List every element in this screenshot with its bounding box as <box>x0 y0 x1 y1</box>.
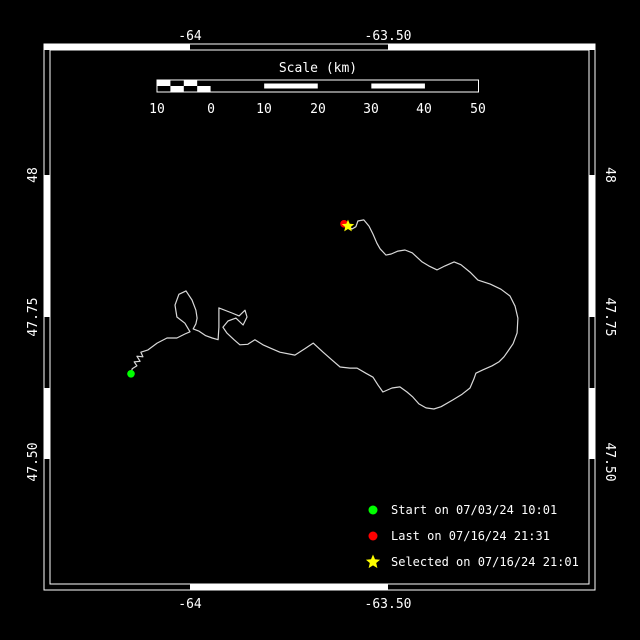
legend-markers <box>365 505 381 569</box>
x-tick-label-top-64: -64 <box>178 29 202 44</box>
y-tick-label-right-4750: 47.50 <box>602 442 617 481</box>
legend-start-icon <box>368 505 378 515</box>
x-tick-label-top-6350: -63.50 <box>365 29 412 44</box>
y-tick-label-left-4775: 47.75 <box>26 297 41 336</box>
trajectory-line[interactable] <box>130 219 519 410</box>
legend-selected-star-icon <box>365 554 381 569</box>
scale-tick-m10: 10 <box>149 102 165 117</box>
y-tick-label-left-48: 48 <box>26 167 41 183</box>
scale-tick-30: 30 <box>363 102 379 117</box>
legend-label-start: Start on 07/03/24 10:01 <box>391 503 557 517</box>
legend-label-selected: Selected on 07/16/24 21:01 <box>391 555 579 569</box>
y-tick-label-right-4775: 47.75 <box>602 297 617 336</box>
start-marker[interactable] <box>127 370 135 378</box>
y-tick-label-left-4750: 47.50 <box>26 442 41 481</box>
x-tick-label-bottom-64: -64 <box>178 597 202 612</box>
legend: Start on 07/03/24 10:01 Last on 07/16/24… <box>391 503 579 569</box>
scale-bar-title: Scale (km) <box>279 61 357 76</box>
scale-tick-20: 20 <box>310 102 326 117</box>
scale-tick-10: 10 <box>256 102 272 117</box>
scale-tick-40: 40 <box>416 102 432 117</box>
scale-tick-0: 0 <box>207 102 215 117</box>
legend-last-icon <box>368 531 378 541</box>
scale-bar <box>156 79 479 93</box>
legend-label-last: Last on 07/16/24 21:31 <box>391 529 550 543</box>
map-plot[interactable]: -64 -63.50 -64 -63.50 48 47.75 47.50 48 … <box>0 0 640 640</box>
x-tick-label-bottom-6350: -63.50 <box>365 597 412 612</box>
track-map-window: -64 -63.50 -64 -63.50 48 47.75 47.50 48 … <box>0 0 640 640</box>
scale-tick-50: 50 <box>470 102 486 117</box>
scale-bar-labels: 10 0 10 20 30 40 50 <box>149 102 486 117</box>
track-markers[interactable] <box>127 219 355 378</box>
y-tick-label-right-48: 48 <box>602 167 617 183</box>
track-path[interactable] <box>130 219 519 410</box>
